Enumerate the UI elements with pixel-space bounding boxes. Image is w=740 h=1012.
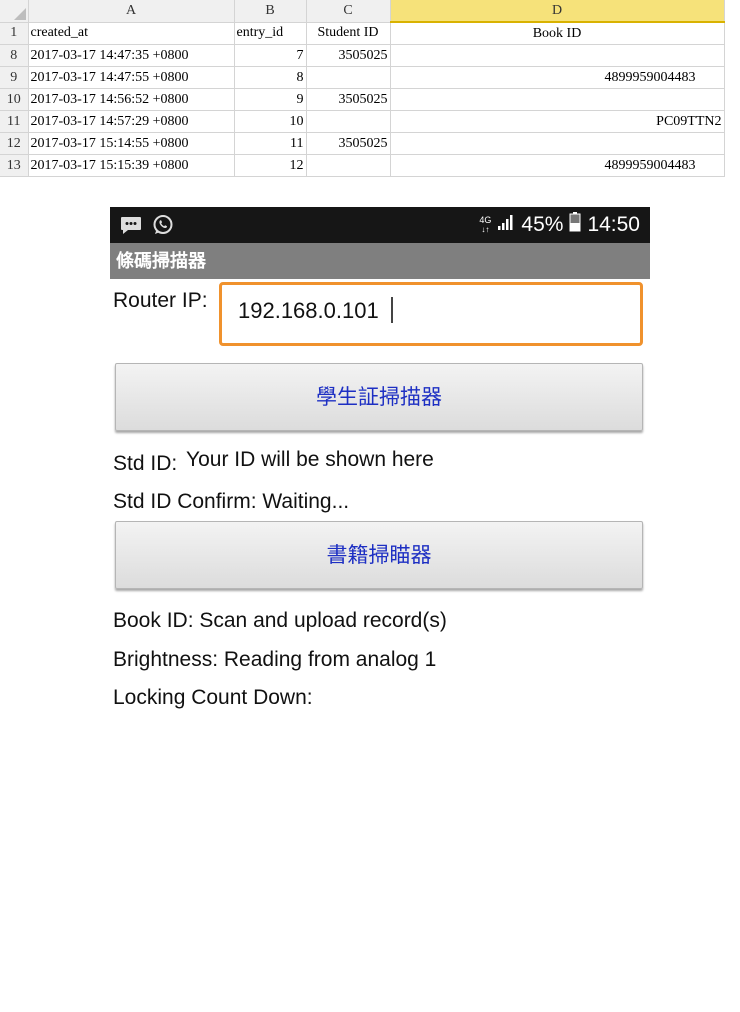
- router-ip-input[interactable]: [236, 297, 630, 325]
- student-id-scanner-button[interactable]: 學生証掃描器: [115, 363, 643, 431]
- brightness-status: Brightness: Reading from analog 1: [113, 648, 437, 671]
- select-all-corner[interactable]: [0, 0, 29, 23]
- status-bar: 4G ↓↑ 45% 14:50: [110, 207, 650, 243]
- table-row: 10 2017-03-17 14:56:52 +0800 9 3505025: [0, 88, 725, 111]
- cell[interactable]: 3505025: [306, 44, 391, 67]
- signal-icon: [497, 213, 515, 237]
- cell[interactable]: 2017-03-17 14:56:52 +0800: [28, 88, 235, 111]
- column-header-a[interactable]: A: [28, 0, 235, 23]
- cell[interactable]: 2017-03-17 15:14:55 +0800: [28, 132, 235, 155]
- cell[interactable]: 3505025: [306, 132, 391, 155]
- row-number[interactable]: 12: [0, 132, 29, 155]
- cell[interactable]: Student ID: [306, 22, 391, 45]
- app-title: 條碼掃描器: [110, 243, 650, 279]
- cell[interactable]: [390, 44, 725, 67]
- phone-screen: 4G ↓↑ 45% 14:50 條碼掃描器 Router IP: 192.168…: [110, 207, 650, 727]
- cell[interactable]: 12: [234, 154, 307, 177]
- cell[interactable]: 7: [234, 44, 307, 67]
- cell[interactable]: PC09TTN2: [390, 110, 725, 133]
- message-icon: [120, 216, 142, 239]
- clock: 14:50: [587, 213, 640, 236]
- cell[interactable]: [306, 66, 391, 89]
- cell[interactable]: 11: [234, 132, 307, 155]
- cell[interactable]: Book ID: [390, 22, 725, 45]
- row-number[interactable]: 8: [0, 44, 29, 67]
- row-number[interactable]: 10: [0, 88, 29, 111]
- locking-countdown: Locking Count Down:: [113, 686, 313, 709]
- cell[interactable]: [390, 88, 725, 111]
- row-number[interactable]: 1: [0, 22, 29, 45]
- book-scanner-button[interactable]: 書籍掃瞄器: [115, 521, 643, 589]
- cell[interactable]: 4899959004483: [390, 66, 725, 89]
- battery-percent: 45%: [521, 213, 564, 236]
- cell[interactable]: 3505025: [306, 88, 391, 111]
- cell[interactable]: 8: [234, 66, 307, 89]
- cell[interactable]: [306, 154, 391, 177]
- book-id-status: Book ID: Scan and upload record(s): [113, 609, 447, 632]
- battery-icon: [569, 212, 581, 238]
- cell[interactable]: created_at: [28, 22, 235, 45]
- whatsapp-icon: [152, 214, 174, 241]
- cell[interactable]: [390, 132, 725, 155]
- table-row: 8 2017-03-17 14:47:35 +0800 7 3505025: [0, 44, 725, 67]
- table-row: 13 2017-03-17 15:15:39 +0800 12 48999590…: [0, 154, 725, 177]
- table-row: 9 2017-03-17 14:47:55 +0800 8 4899959004…: [0, 66, 725, 89]
- text-caret: [391, 297, 393, 323]
- column-header-c[interactable]: C: [306, 0, 391, 23]
- cell[interactable]: 2017-03-17 15:15:39 +0800: [28, 154, 235, 177]
- column-header-b[interactable]: B: [234, 0, 307, 23]
- table-row: 1 created_at entry_id Student ID Book ID: [0, 22, 725, 45]
- router-ip-field[interactable]: [219, 282, 643, 346]
- router-ip-label: Router IP:: [113, 289, 208, 312]
- network-type: 4G ↓↑: [479, 215, 492, 235]
- row-number[interactable]: 9: [0, 66, 29, 89]
- cell[interactable]: 2017-03-17 14:47:55 +0800: [28, 66, 235, 89]
- column-header-row: A B C D: [0, 0, 725, 23]
- row-number[interactable]: 11: [0, 110, 29, 133]
- cell[interactable]: 10: [234, 110, 307, 133]
- std-id-value: Your ID will be shown here: [186, 448, 434, 471]
- std-id-confirm: Std ID Confirm: Waiting...: [113, 490, 350, 513]
- cell[interactable]: 2017-03-17 14:57:29 +0800: [28, 110, 235, 133]
- std-id-label: Std ID:: [113, 452, 178, 475]
- spreadsheet: A B C D 1 created_at entry_id Student ID…: [0, 0, 740, 180]
- row-number[interactable]: 13: [0, 154, 29, 177]
- table-row: 11 2017-03-17 14:57:29 +0800 10 PC09TTN2: [0, 110, 725, 133]
- cell[interactable]: 9: [234, 88, 307, 111]
- table-row: 12 2017-03-17 15:14:55 +0800 11 3505025: [0, 132, 725, 155]
- cell[interactable]: 2017-03-17 14:47:35 +0800: [28, 44, 235, 67]
- cell[interactable]: 4899959004483: [390, 154, 725, 177]
- cell[interactable]: entry_id: [234, 22, 307, 45]
- column-header-d[interactable]: D: [390, 0, 725, 23]
- cell[interactable]: [306, 110, 391, 133]
